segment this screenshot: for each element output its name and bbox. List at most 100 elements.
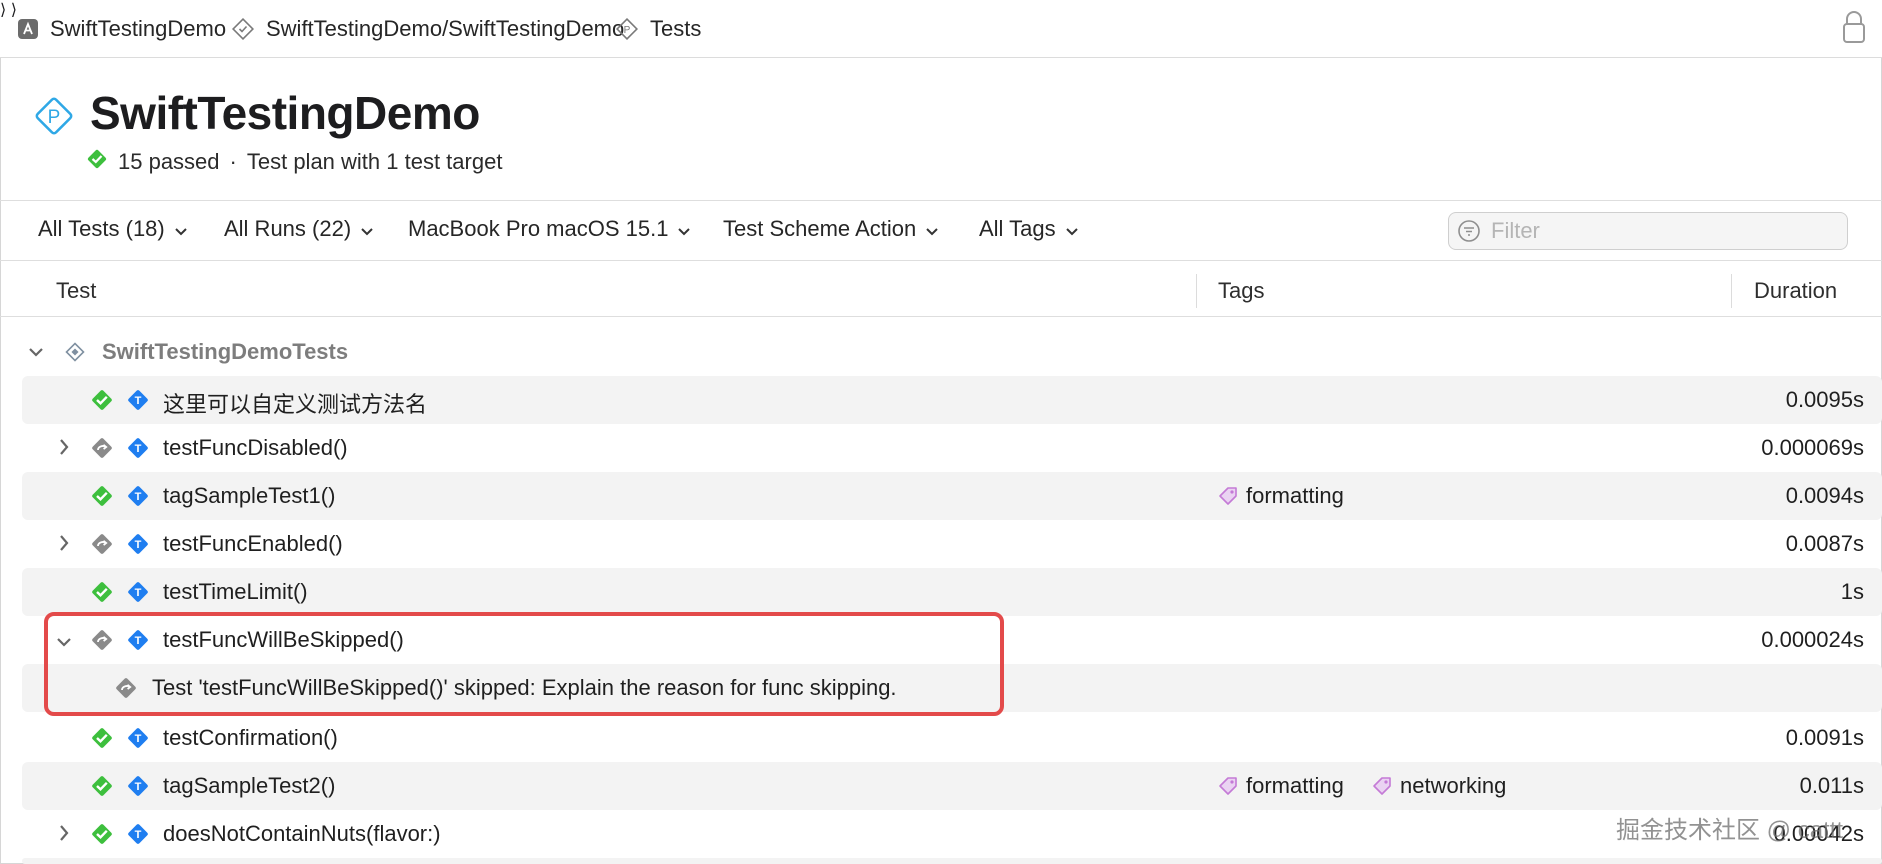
passed-checkmark-icon (90, 388, 114, 417)
test-row (22, 858, 1882, 864)
plan-description: Test plan with 1 test target (246, 149, 503, 174)
test-plan-icon: P (616, 17, 638, 40)
breadcrumb-item-project[interactable]: SwiftTestingDemo (18, 0, 226, 57)
svg-text:T: T (135, 539, 142, 551)
test-name: tagSampleTest2() (163, 773, 336, 798)
chevron-down-icon[interactable] (28, 347, 44, 357)
passed-checkmark-icon (86, 148, 108, 176)
svg-text:P: P (624, 25, 631, 36)
filter-input[interactable] (1489, 217, 1833, 245)
svg-text:T: T (135, 395, 142, 407)
dropdown-label: All Tests (18) (38, 216, 165, 241)
column-separator[interactable] (1731, 274, 1732, 308)
dropdown-label: Test Scheme Action (723, 216, 917, 241)
divider (0, 316, 1882, 317)
passed-checkmark-icon (90, 484, 114, 513)
passed-checkmark-icon (90, 774, 114, 803)
test-row[interactable]: T testConfirmation() 0.0091s (22, 714, 1882, 762)
test-name: testFuncDisabled() (163, 435, 348, 460)
breadcrumb: SwiftTestingDemo ⟩ SwiftTestingDemo/Swif… (0, 0, 1882, 58)
svg-text:T: T (135, 587, 142, 599)
breadcrumb-item-target[interactable]: SwiftTestingDemo/SwiftTestingDemo (232, 0, 624, 57)
watermark: 掘金技术社区 @ cattt (1616, 817, 1844, 844)
test-row[interactable]: T doesNotContainNuts(flavor:) 0.00042s (22, 810, 1882, 858)
test-row[interactable]: T tagSampleTest2() formatting networking… (22, 762, 1882, 810)
column-header-duration[interactable]: Duration (1754, 278, 1837, 304)
test-duration: 0.0087s (1785, 531, 1864, 556)
all-tests-dropdown[interactable]: All Tests (18) (38, 216, 187, 242)
checkmark-diamond-icon (232, 17, 254, 40)
breadcrumb-label: Tests (650, 15, 702, 41)
test-function-icon: T (126, 532, 150, 561)
chevron-down-icon (926, 216, 938, 242)
svg-text:T: T (135, 443, 142, 455)
test-target-name: SwiftTestingDemoTests (102, 339, 349, 364)
test-duration: 0.000024s (1761, 627, 1864, 652)
all-runs-dropdown[interactable]: All Runs (22) (224, 216, 373, 242)
divider (0, 200, 1882, 201)
test-function-icon: T (126, 388, 150, 417)
tag-formatting[interactable]: formatting (1216, 773, 1344, 799)
column-separator[interactable] (1196, 274, 1197, 308)
test-function-icon: T (126, 726, 150, 755)
lock-icon[interactable] (1842, 10, 1866, 49)
breadcrumb-label: SwiftTestingDemo (50, 15, 227, 41)
highlight-box (44, 612, 1004, 716)
tag-icon (1219, 777, 1237, 795)
test-duration: 0.011s (1799, 773, 1864, 798)
device-dropdown[interactable]: MacBook Pro macOS 15.1 (408, 216, 691, 242)
breadcrumb-label: SwiftTestingDemo/SwiftTestingDemo (266, 15, 625, 41)
test-function-icon: T (126, 484, 150, 513)
test-row[interactable]: T tagSampleTest1() formatting 0.0094s (22, 472, 1882, 520)
passed-count: 15 passed (118, 149, 220, 174)
dropdown-label: All Runs (22) (224, 216, 352, 241)
test-row[interactable]: T testFuncDisabled() 0.000069s (22, 424, 1882, 472)
tag-formatting[interactable]: formatting (1216, 483, 1344, 509)
test-row[interactable]: T testTimeLimit() 1s (22, 568, 1882, 616)
test-function-icon: T (126, 774, 150, 803)
svg-text:T: T (135, 491, 142, 503)
test-name: doesNotContainNuts(flavor:) (163, 821, 441, 846)
chevron-right-icon[interactable] (58, 824, 70, 847)
test-duration: 1s (1840, 579, 1864, 604)
tag-networking[interactable]: networking (1370, 773, 1506, 799)
dropdown-label: All Tags (979, 216, 1056, 241)
tag-label: formatting (1246, 773, 1344, 798)
skipped-icon (90, 532, 114, 561)
test-name: 这里可以自定义测试方法名 (163, 392, 428, 417)
chevron-right-icon[interactable] (58, 438, 70, 461)
test-function-icon: T (126, 580, 150, 609)
passed-checkmark-icon (90, 580, 114, 609)
scheme-action-dropdown[interactable]: Test Scheme Action (723, 216, 938, 242)
breadcrumb-item-tests[interactable]: P Tests (616, 0, 701, 57)
column-header-tags[interactable]: Tags (1218, 278, 1264, 304)
app-icon (18, 18, 38, 39)
svg-text:T: T (135, 781, 142, 793)
test-row[interactable]: T testFuncEnabled() 0.0087s (22, 520, 1882, 568)
passed-checkmark-icon (90, 822, 114, 851)
chevron-down-icon (175, 216, 187, 242)
test-plan-icon: P (32, 94, 76, 143)
test-target-row[interactable]: SwiftTestingDemoTests (22, 334, 348, 370)
dropdown-label: MacBook Pro macOS 15.1 (408, 216, 669, 241)
breadcrumb-separator: ⟩ (0, 2, 7, 19)
test-duration: 0.0094s (1785, 483, 1864, 508)
column-header-test[interactable]: Test (56, 278, 96, 304)
test-duration: 0.000069s (1761, 435, 1864, 460)
page-title: SwiftTestingDemo (90, 87, 480, 139)
test-duration: 0.0095s (1785, 387, 1864, 412)
chevron-down-icon (361, 216, 373, 242)
test-duration: 0.0091s (1785, 725, 1864, 750)
all-tags-dropdown[interactable]: All Tags (979, 216, 1078, 242)
test-name: testFuncEnabled() (163, 531, 343, 556)
chevron-right-icon[interactable] (58, 534, 70, 557)
test-name: tagSampleTest1() (163, 483, 336, 508)
test-name: testConfirmation() (163, 725, 338, 750)
test-function-icon: T (126, 822, 150, 851)
filter-field[interactable] (1448, 212, 1848, 250)
test-target-icon (62, 339, 88, 365)
test-row[interactable]: T 这里可以自定义测试方法名 0.0095s (22, 376, 1882, 424)
test-name: testTimeLimit() (163, 579, 308, 604)
divider (0, 260, 1882, 261)
summary-separator: · (229, 149, 237, 174)
